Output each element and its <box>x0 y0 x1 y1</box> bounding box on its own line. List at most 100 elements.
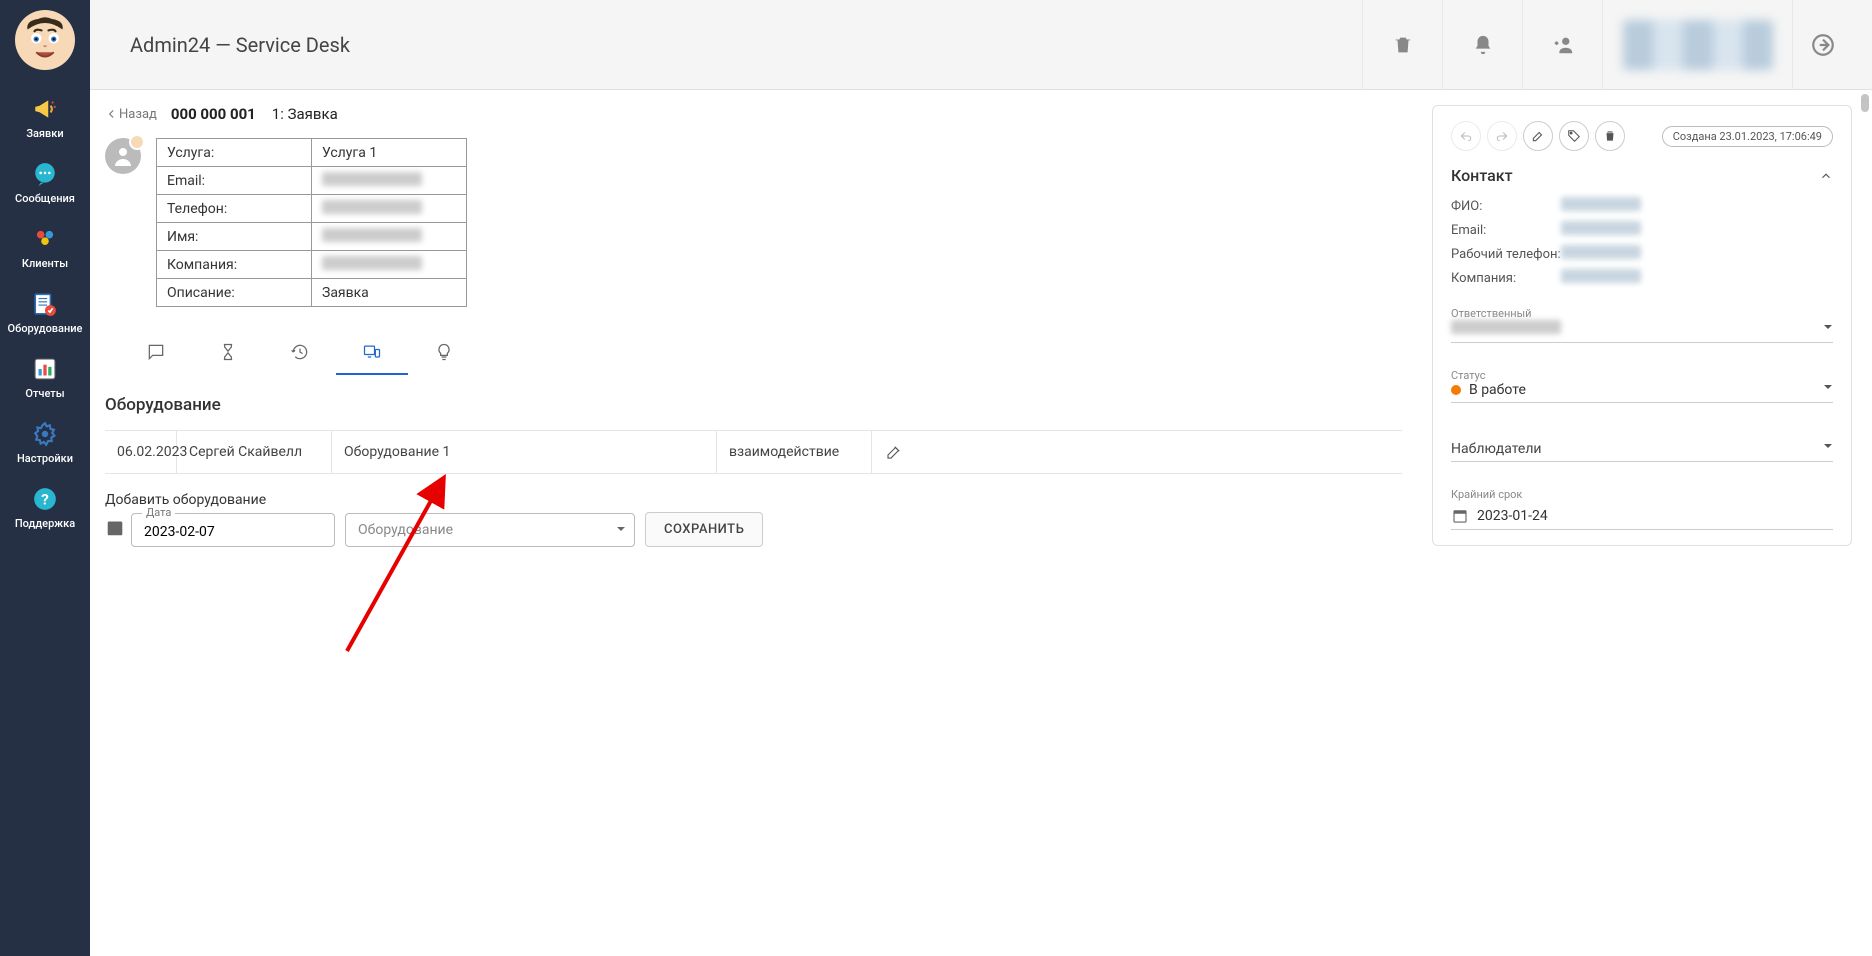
contact-row: ФИО: <box>1451 197 1833 215</box>
notifications-button[interactable] <box>1442 0 1522 90</box>
megaphone-icon <box>31 95 59 123</box>
sidebar-item-clients[interactable]: Клиенты <box>8 215 83 280</box>
meta-value: Услуга 1 <box>312 139 467 167</box>
history-icon <box>290 342 310 366</box>
contact-value <box>1561 269 1641 287</box>
logout-button[interactable] <box>1792 0 1852 90</box>
sidebar-item-settings[interactable]: Настройки <box>8 410 83 475</box>
back-link[interactable]: Назад <box>105 107 157 122</box>
meta-label: Услуга: <box>157 139 312 167</box>
tab-time[interactable] <box>192 335 264 375</box>
tab-ideas[interactable] <box>408 335 480 375</box>
ticket-title: 1: Заявка <box>272 105 338 123</box>
add-equipment-label: Добавить оборудование <box>105 492 1402 508</box>
scrollbar[interactable] <box>1856 92 1872 956</box>
contact-value <box>1561 221 1641 239</box>
chevron-down-icon <box>1823 380 1833 396</box>
contact-row: Компания: <box>1451 269 1833 287</box>
equipment-edit-button[interactable] <box>872 431 916 473</box>
contact-value <box>1561 197 1641 215</box>
ticket-side-card: Создана 23.01.2023, 17:06:49 Контакт ФИО… <box>1432 105 1852 546</box>
undo-button <box>1451 121 1481 151</box>
sidebar-item-equipment[interactable]: Оборудование <box>8 280 83 345</box>
date-field-label: Дата <box>142 506 175 519</box>
app-logo[interactable] <box>15 10 75 70</box>
meta-label: Описание: <box>157 279 312 307</box>
contact-section-toggle[interactable]: Контакт <box>1451 166 1833 185</box>
meta-label: Телефон: <box>157 195 312 223</box>
created-at-badge: Создана 23.01.2023, 17:06:49 <box>1662 126 1833 147</box>
status-select[interactable]: Статус В работе <box>1451 363 1833 403</box>
chat-icon <box>31 160 59 188</box>
chevron-down-icon <box>1823 439 1833 455</box>
contact-row: Рабочий телефон: <box>1451 245 1833 263</box>
meta-label: Имя: <box>157 223 312 251</box>
equipment-date: 06.02.2023 <box>105 431 177 473</box>
sidebar: ЗаявкиСообщенияКлиентыОборудованиеОтчеты… <box>0 0 90 956</box>
meta-value <box>312 195 467 223</box>
equipment-row: 06.02.2023 Сергей Скайвелл Оборудование … <box>105 430 1402 474</box>
calendar-icon <box>1451 507 1469 525</box>
contact-value <box>1561 245 1641 263</box>
deadline-value: 2023-01-24 <box>1477 508 1548 524</box>
save-button[interactable]: СОХРАНИТЬ <box>645 512 763 547</box>
tab-comments[interactable] <box>120 335 192 375</box>
equipment-list-icon <box>31 290 59 318</box>
contact-row: Email: <box>1451 221 1833 239</box>
contact-label: Компания: <box>1451 271 1561 286</box>
sidebar-item-reports[interactable]: Отчеты <box>8 345 83 410</box>
add-equipment-placeholder: Оборудование <box>358 522 453 538</box>
devices-icon <box>362 342 382 366</box>
tab-history[interactable] <box>264 335 336 375</box>
ticket-id: 000 000 001 <box>171 105 256 123</box>
edit-button[interactable] <box>1523 121 1553 151</box>
people-icon <box>31 225 59 253</box>
tab-equipment[interactable] <box>336 335 408 375</box>
ticket-meta-table: Услуга:Услуга 1Email:Телефон:Имя:Компани… <box>156 138 467 307</box>
delete-ticket-button[interactable] <box>1595 121 1625 151</box>
add-equipment-date-field[interactable]: Дата <box>131 513 335 547</box>
current-user[interactable] <box>1602 0 1792 90</box>
add-equipment-date-input[interactable] <box>144 524 322 540</box>
comment-icon <box>146 342 166 366</box>
equipment-author: Сергей Скайвелл <box>177 431 332 473</box>
help-icon: ? <box>31 485 59 513</box>
sidebar-item-tickets[interactable]: Заявки <box>8 85 83 150</box>
meta-value: Заявка <box>312 279 467 307</box>
watchers-select[interactable]: Наблюдатели <box>1451 431 1833 462</box>
contact-heading: Контакт <box>1451 166 1513 185</box>
deadline-label: Крайний срок <box>1451 488 1833 501</box>
contact-label: Email: <box>1451 223 1561 238</box>
app-title: Admin24 — Service Desk <box>130 33 1362 57</box>
ticket-author-avatar[interactable] <box>105 138 141 174</box>
back-label: Назад <box>119 107 157 122</box>
tag-button[interactable] <box>1559 121 1589 151</box>
sidebar-item-messages[interactable]: Сообщения <box>8 150 83 215</box>
responsible-select[interactable]: Ответственный <box>1451 301 1833 343</box>
meta-value <box>312 223 467 251</box>
hourglass-icon <box>218 342 238 366</box>
contact-label: ФИО: <box>1451 199 1561 214</box>
calendar-icon <box>105 518 125 542</box>
add-equipment-select[interactable]: Оборудование <box>345 513 635 547</box>
gear-icon <box>31 420 59 448</box>
equipment-name: Оборудование 1 <box>332 431 717 473</box>
delete-button[interactable] <box>1362 0 1442 90</box>
breadcrumb: Назад 000 000 001 1: Заявка <box>105 105 1402 123</box>
sidebar-item-support[interactable]: ?Поддержка <box>8 475 83 540</box>
chevron-down-icon <box>1823 320 1833 336</box>
equipment-section-title: Оборудование <box>105 395 1402 415</box>
meta-value <box>312 167 467 195</box>
add-user-button[interactable] <box>1522 0 1602 90</box>
equipment-note: взаимодействие <box>717 431 872 473</box>
app-header: Admin24 — Service Desk <box>90 0 1872 90</box>
contact-label: Рабочий телефон: <box>1451 247 1561 262</box>
svg-text:?: ? <box>41 490 49 508</box>
ticket-tabs <box>120 335 1402 375</box>
status-value: В работе <box>1469 382 1526 398</box>
status-label: Статус <box>1451 369 1833 382</box>
redo-button <box>1487 121 1517 151</box>
responsible-label: Ответственный <box>1451 307 1833 320</box>
watchers-label: Наблюдатели <box>1451 437 1833 457</box>
deadline-field[interactable]: Крайний срок 2023-01-24 <box>1451 482 1833 530</box>
